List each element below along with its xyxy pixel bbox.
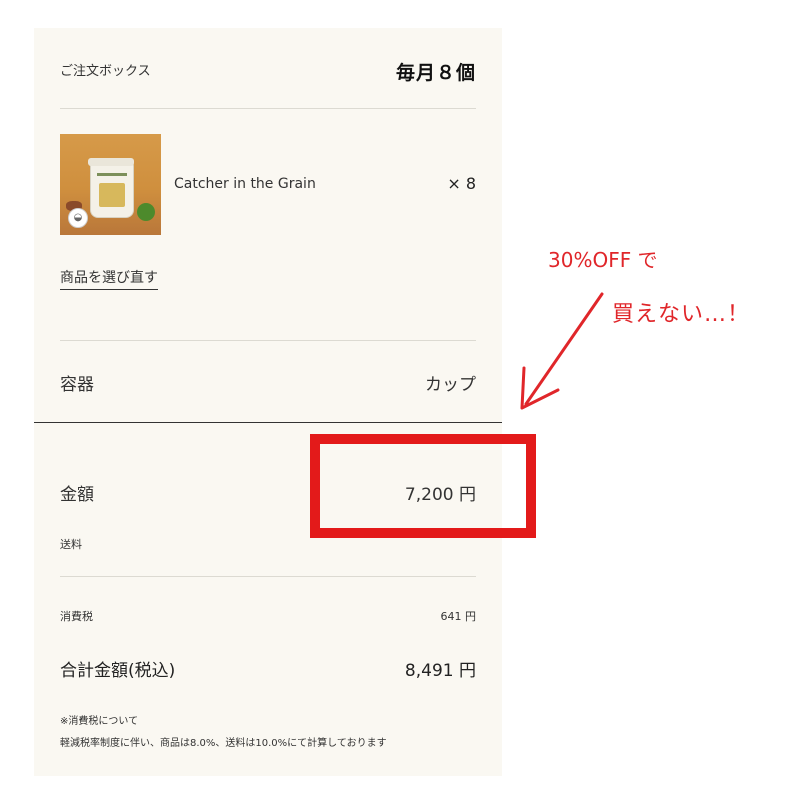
order-box-label: ご注文ボックス: [60, 64, 151, 79]
order-summary-panel: ご注文ボックス 毎月８個 ◒ Catcher in the Grain × 8 …: [34, 28, 502, 776]
order-box-header: ご注文ボックス 毎月８個: [60, 58, 476, 84]
shipping-label: 送料: [60, 538, 82, 551]
amount-label: 金額: [60, 485, 94, 505]
container-value: カップ: [425, 375, 476, 395]
product-name: Catcher in the Grain: [174, 176, 316, 192]
divider: [60, 108, 476, 109]
total-value: 8,491 円: [404, 661, 476, 681]
reselect-products-link[interactable]: 商品を選び直す: [60, 267, 158, 290]
bowl-spoon-icon: ◒: [68, 208, 88, 228]
annotation-line-1: 30%OFF で: [548, 248, 658, 272]
broccoli-decoration: [137, 203, 155, 221]
tax-value: 641 円: [440, 610, 477, 623]
annotation-line-2: 買えない…！: [612, 302, 751, 327]
cup-illustration: [88, 158, 134, 218]
divider: [60, 576, 476, 577]
annotation-arrow-icon: [520, 292, 604, 410]
tax-label: 消費税: [60, 610, 93, 623]
section-divider: [34, 422, 502, 423]
total-label: 合計金額(税込): [60, 661, 176, 681]
order-box-count: 毎月８個: [395, 62, 476, 84]
product-image: ◒: [60, 134, 161, 235]
tax-note-title: ※消費税について: [60, 716, 139, 727]
container-label: 容器: [60, 375, 94, 395]
tax-note-body: 軽減税率制度に伴い、商品は8.0%、送料は10.0%にて計算しております: [60, 738, 387, 749]
divider: [60, 340, 476, 341]
highlight-box: [310, 434, 536, 538]
product-quantity: × 8: [447, 174, 476, 193]
